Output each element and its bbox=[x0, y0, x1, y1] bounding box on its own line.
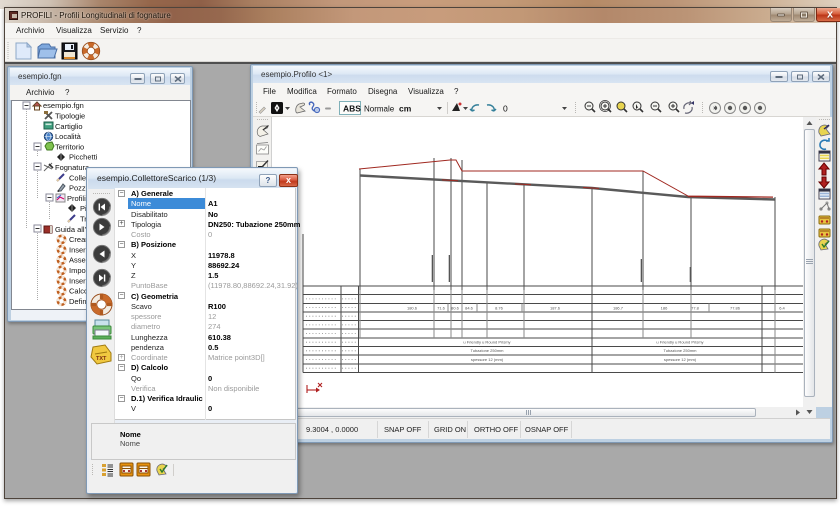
svg-text:Normale: Normale bbox=[364, 105, 395, 114]
svg-text:esempio.fgn: esempio.fgn bbox=[43, 101, 84, 110]
svg-text:Cartiglio: Cartiglio bbox=[55, 122, 83, 131]
svg-text:0: 0 bbox=[503, 104, 508, 114]
svg-text:TXT: TXT bbox=[96, 356, 107, 362]
svg-text:Tubazione 250mm: Tubazione 250mm bbox=[664, 348, 698, 353]
svg-text:71.6: 71.6 bbox=[437, 306, 446, 311]
svg-text:Tipologie: Tipologie bbox=[55, 112, 85, 121]
svg-text:cm: cm bbox=[399, 104, 412, 114]
svg-text:Località: Località bbox=[55, 132, 82, 141]
svg-text:77.8: 77.8 bbox=[691, 306, 700, 311]
svg-text:8.76: 8.76 bbox=[495, 306, 504, 311]
svg-text:187.6: 187.6 bbox=[550, 306, 561, 311]
svg-text:Picchetti: Picchetti bbox=[69, 153, 98, 162]
svg-text:186.7: 186.7 bbox=[613, 306, 624, 311]
svg-text:6.4: 6.4 bbox=[779, 306, 785, 311]
svg-text:180.6: 180.6 bbox=[407, 306, 418, 311]
svg-text:ABS: ABS bbox=[343, 104, 361, 114]
svg-text:Profili: Profili bbox=[67, 194, 86, 203]
svg-text:u Friendly u Round Prismy: u Friendly u Round Prismy bbox=[656, 340, 703, 345]
svg-text:80.6: 80.6 bbox=[451, 306, 460, 311]
svg-text:Territorio: Territorio bbox=[55, 142, 84, 151]
svg-text:u Friendly u Round Prismy: u Friendly u Round Prismy bbox=[463, 340, 510, 345]
svg-text:spessore 12 (mm): spessore 12 (mm) bbox=[664, 357, 697, 362]
svg-text:186: 186 bbox=[661, 306, 668, 311]
svg-text:spessore 12 (mm): spessore 12 (mm) bbox=[471, 357, 504, 362]
svg-text:84.6: 84.6 bbox=[465, 306, 474, 311]
svg-text:77.86: 77.86 bbox=[730, 306, 741, 311]
svg-text:Tubazione 250mm: Tubazione 250mm bbox=[471, 348, 505, 353]
svg-text:Fognatura: Fognatura bbox=[55, 163, 90, 172]
